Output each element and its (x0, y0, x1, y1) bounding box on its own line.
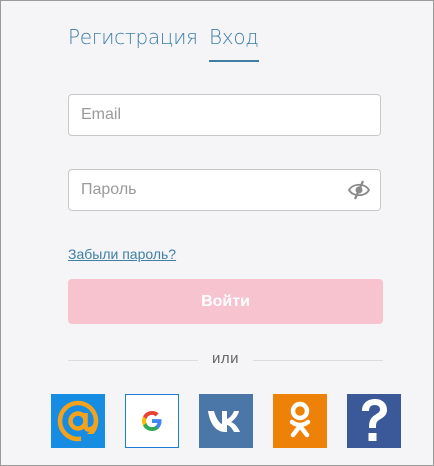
password-field-wrapper (68, 169, 381, 211)
social-other-button[interactable] (347, 394, 401, 448)
tab-login[interactable]: Вход (209, 25, 259, 62)
password-input[interactable] (69, 170, 380, 210)
social-mail-ru-button[interactable] (51, 394, 105, 448)
question-mark-icon (357, 397, 391, 445)
social-vk-button[interactable] (199, 394, 253, 448)
or-divider: или (68, 350, 383, 370)
vk-logo-icon (206, 408, 246, 434)
email-field-wrapper (68, 94, 381, 136)
divider-label: или (211, 350, 239, 367)
tab-register[interactable]: Регистрация (68, 25, 198, 49)
forgot-password-link[interactable]: Забыли пароль? (68, 246, 176, 262)
google-g-icon (139, 408, 165, 434)
login-panel: Регистрация Вход Забыли пароль? Войти ил… (0, 0, 434, 466)
ok-logo-icon (285, 401, 315, 441)
login-button[interactable]: Войти (68, 279, 383, 324)
show-password-icon[interactable] (347, 180, 371, 200)
social-odnoklassniki-button[interactable] (273, 394, 327, 448)
social-google-button[interactable] (125, 394, 179, 448)
email-input[interactable] (69, 95, 380, 135)
divider-line-right (253, 360, 383, 361)
at-sign-icon (55, 398, 101, 444)
